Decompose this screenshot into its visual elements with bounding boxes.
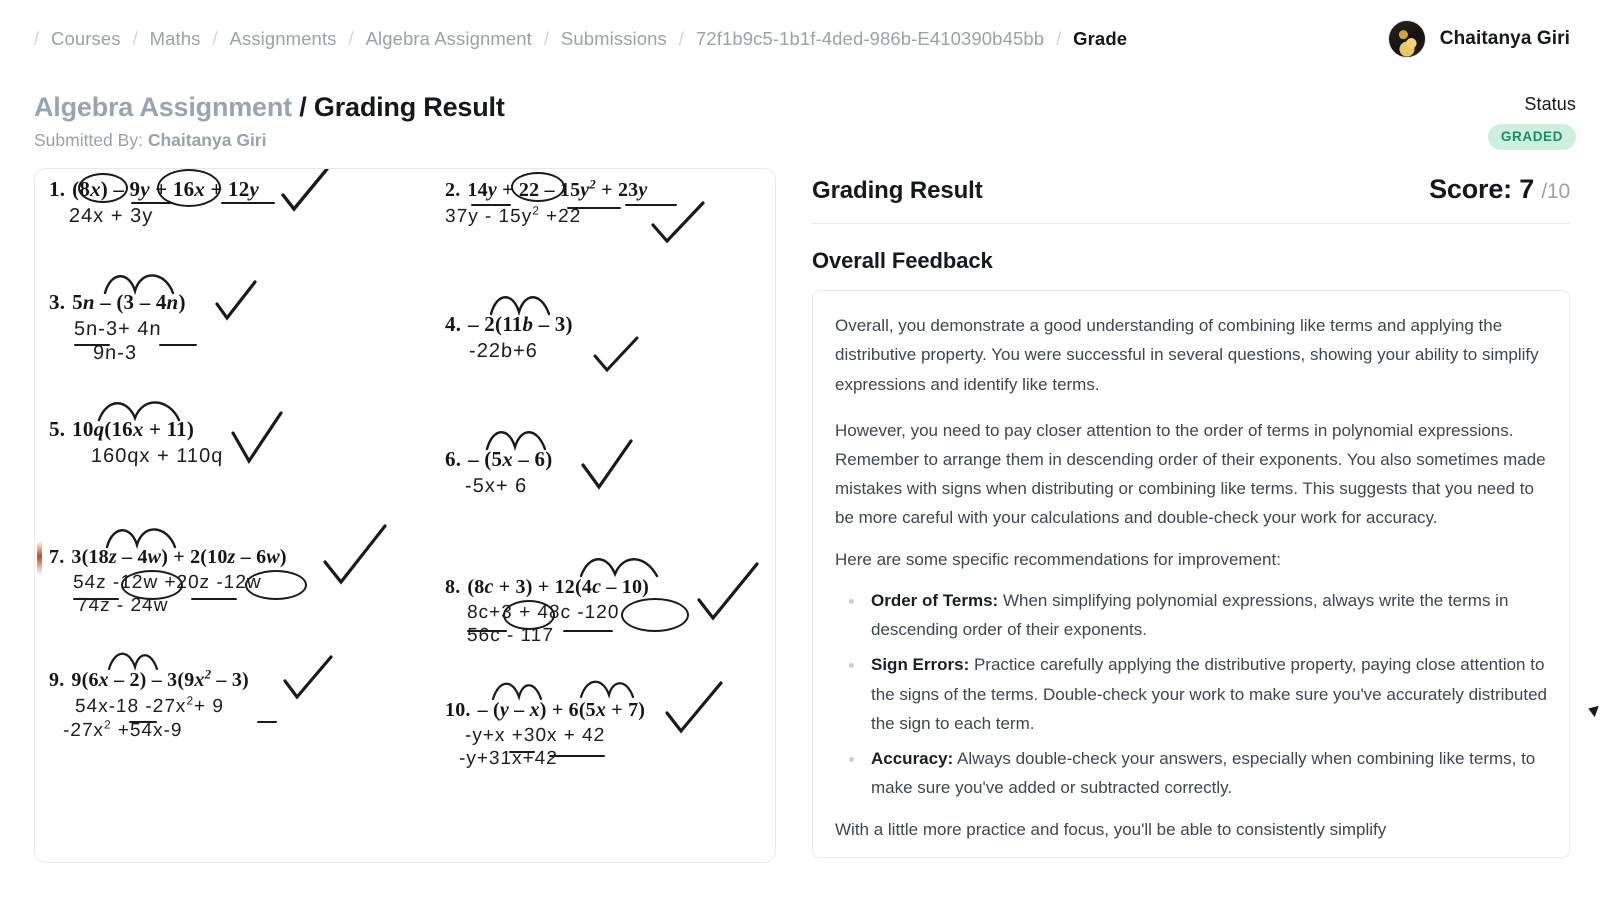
problem-4-question: 4. – 2(11b – 3) <box>445 312 573 337</box>
breadcrumb-item-maths[interactable]: Maths <box>150 28 201 50</box>
page-title-separator: / <box>299 92 307 122</box>
breadcrumb-separator: / <box>1056 28 1062 49</box>
problem-9-answer-final: -27x2 +54x-9 <box>62 719 183 742</box>
breadcrumb-item-assignments[interactable]: Assignments <box>230 28 337 50</box>
problem-2-answer: 37y - 15y2 +22 <box>444 204 582 228</box>
recommendation-title: Order of Terms: <box>871 590 999 610</box>
annotation-arc <box>579 558 659 578</box>
problem-10-question: 10. – (y – x) + 6(5x + 7) <box>445 699 646 722</box>
submitted-by-name: Chaitanya Giri <box>147 130 267 151</box>
breadcrumb: / Courses / Maths / Assignments / Algebr… <box>34 28 1388 50</box>
worksheet-problem-9: 9. 9(6x – 2) – 3(9x2 – 3) 54x-18 -27x2+ 9… <box>49 652 449 742</box>
breadcrumb-separator: / <box>34 28 40 49</box>
score-label: Score: <box>1429 174 1512 205</box>
worksheet-problem-2: 2. 14y + 22 – 15y2 + 23y 37y - 15y2 +22 <box>444 172 775 244</box>
recommendation-item: Accuracy: Always double-check your answe… <box>835 744 1547 802</box>
section-divider <box>812 223 1570 225</box>
breadcrumb-item-algebra-assignment[interactable]: Algebra Assignment <box>366 28 532 50</box>
problem-4-answer: -22b+6 <box>468 340 539 363</box>
user-name: Chaitanya Giri <box>1439 28 1570 49</box>
user-avatar-photo <box>1387 20 1426 58</box>
status-label: Status <box>1524 94 1576 114</box>
breadcrumb-separator: / <box>543 28 549 49</box>
problem-8-question: 8. (8c + 3) + 12(4c – 10) <box>445 576 650 599</box>
problem-3-question: 3. 5n – (3 – 4n) <box>49 290 186 315</box>
worksheet-problem-6: 6. – (5x – 6) -5x+ 6 <box>445 431 775 498</box>
page-title-assignment: Algebra Assignment <box>34 92 292 122</box>
breadcrumb-item-submission-id[interactable]: 72f1b9c5-1b1f-4ded-986b-E410390b45bb <box>696 28 1044 50</box>
overall-feedback-heading: Overall Feedback <box>812 248 993 274</box>
score-total: 10 <box>1547 180 1570 204</box>
recommendation-item: Sign Errors: Practice carefully applying… <box>835 650 1547 738</box>
breadcrumb-separator: / <box>678 28 684 49</box>
breadcrumb-separator: / <box>132 28 138 49</box>
problem-2-question: 2. 14y + 22 – 15y2 + 23y <box>445 177 648 201</box>
worksheet-problem-4: 4. – 2(11b – 3) -22b+6 <box>445 296 775 373</box>
feedback-paragraph-1: Overall, you demonstrate a good understa… <box>835 316 1539 394</box>
recommendations-list: Order of Terms: When simplifying polynom… <box>835 586 1547 803</box>
score-value: 7 <box>1519 174 1535 205</box>
problem-6-answer: -5x+ 6 <box>464 475 528 498</box>
recommendations-intro: Here are some specific recommendations f… <box>835 549 1281 569</box>
feedback-closing: With a little more practice and focus, y… <box>835 819 1387 839</box>
worksheet-problem-8: 8. (8c + 3) + 12(4c – 10) 8c+3 + 48c -120… <box>445 558 775 647</box>
page-title-section: Grading Result <box>313 92 505 122</box>
recommendation-item: Order of Terms: When simplifying polynom… <box>835 586 1547 644</box>
user-menu[interactable]: Chaitanya Giri <box>1387 20 1576 58</box>
main-content: 1. (8x) – 9y + 16x + 12y 24x + 3y 3. 5n … <box>0 151 1600 864</box>
problem-6-question: 6. – (5x – 6) <box>445 447 553 472</box>
problem-10-answer-step1: -y+x +30x + 42 <box>464 725 606 747</box>
score-display: Score: 7 /10 <box>1429 174 1570 205</box>
problem-7-question: 7. 3(18z – 4w) + 2(10z – 6w) <box>49 546 287 569</box>
recommendation-text: Always double-check your answers, especi… <box>871 749 1536 798</box>
problem-8-answer-step1: 8c+3 + 48c -120 <box>466 602 620 624</box>
status-badge: GRADED <box>1487 124 1576 150</box>
recommendation-text: Practice carefully applying the distribu… <box>871 655 1547 733</box>
problem-10-answer-final: -y+31x+42 <box>458 748 559 770</box>
submitted-by: Submitted By: Chaitanya Giri <box>34 130 1488 151</box>
problem-7-answer-final: 74z - 24w <box>76 595 169 617</box>
worksheet-problem-1: 1. (8x) – 9y + 16x + 12y 24x + 3y <box>49 169 449 228</box>
worksheet-problem-10: 10. – (y – x) + 6(5x + 7) -y+x +30x + 42 … <box>445 680 775 770</box>
annotation-arc <box>579 680 635 699</box>
top-bar: / Courses / Maths / Assignments / Algebr… <box>0 0 1600 78</box>
worksheet-problem-7: 7. 3(18z – 4w) + 2(10z – 6w) 54z -12w +20… <box>49 524 449 617</box>
overall-feedback-box: Overall, you demonstrate a good understa… <box>812 290 1570 859</box>
problem-8-answer-final: 56c - 117 <box>466 625 555 647</box>
problem-1-answer: 24x + 3y <box>68 205 154 228</box>
grading-result-title: Grading Result <box>812 177 983 205</box>
problem-5-question: 5. 10q(16x + 11) <box>49 417 195 442</box>
breadcrumb-separator: / <box>212 28 218 49</box>
page-title: Algebra Assignment / Grading Result <box>34 92 1488 123</box>
problem-1-question: 1. (8x) – 9y + 16x + 12y <box>49 177 259 202</box>
feedback-paragraph-2: However, you need to pay closer attentio… <box>835 420 1546 528</box>
breadcrumb-item-grade: Grade <box>1073 28 1128 49</box>
recommendation-title: Accuracy: <box>871 749 954 769</box>
page-header: Algebra Assignment / Grading Result Subm… <box>0 78 1600 151</box>
recommendation-title: Sign Errors: <box>871 655 970 675</box>
submission-worksheet-card[interactable]: 1. (8x) – 9y + 16x + 12y 24x + 3y 3. 5n … <box>34 168 776 864</box>
problem-5-answer: 160qx + 110q <box>90 445 224 468</box>
worksheet-scan: 1. (8x) – 9y + 16x + 12y 24x + 3y 3. 5n … <box>35 169 775 862</box>
grading-result-panel: Grading Result Score: 7 /10 Overall Feed… <box>812 168 1570 863</box>
breadcrumb-item-courses[interactable]: Courses <box>51 28 121 50</box>
breadcrumb-item-submissions[interactable]: Submissions <box>561 28 667 50</box>
worksheet-problem-3: 3. 5n – (3 – 4n) 5n-3+ 4n 9n-3 <box>49 274 449 365</box>
problem-9-question: 9. 9(6x – 2) – 3(9x2 – 3) <box>49 667 249 691</box>
breadcrumb-separator: / <box>348 28 354 49</box>
submitted-by-label: Submitted By: <box>34 130 143 151</box>
problem-9-answer-step1: 54x-18 -27x2+ 9 <box>74 694 225 718</box>
problem-7-answer-step1: 54z -12w +20z -12w <box>72 572 262 594</box>
worksheet-problem-5: 5. 10q(16x + 11) 160qx + 110q <box>49 401 449 468</box>
annotation-arc <box>491 682 543 701</box>
problem-3-answer-final: 9n-3 <box>92 342 138 365</box>
grading-result-header: Grading Result Score: 7 /10 <box>812 174 1570 223</box>
scan-edge-artifact <box>37 541 42 576</box>
problem-3-answer-step1: 5n-3+ 4n <box>73 318 162 341</box>
